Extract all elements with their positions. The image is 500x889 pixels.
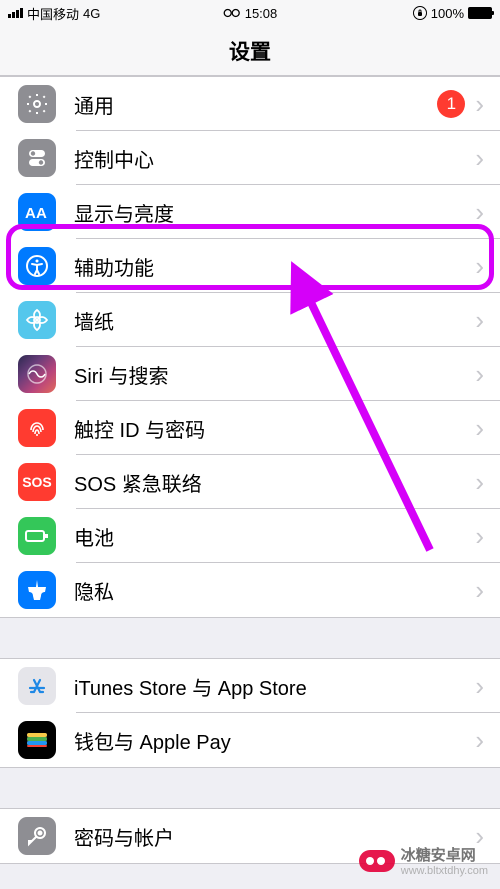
status-center: 15:08 xyxy=(223,6,278,21)
battery-icon xyxy=(18,517,56,555)
row-touchid[interactable]: 触控 ID 与密码 › xyxy=(0,401,500,455)
row-general[interactable]: 通用 1 › xyxy=(0,77,500,131)
row-privacy[interactable]: 隐私 › xyxy=(0,563,500,617)
display-icon: AA xyxy=(18,193,56,231)
status-bar: 中国移动 4G 15:08 100% xyxy=(0,0,500,26)
group-spacer xyxy=(0,768,500,808)
watermark-logo-icon xyxy=(359,850,395,872)
nav-bar: 设置 xyxy=(0,26,500,76)
chevron-right-icon: › xyxy=(475,361,484,387)
touchid-icon xyxy=(18,409,56,447)
chevron-right-icon: › xyxy=(475,199,484,225)
accessibility-icon xyxy=(18,247,56,285)
network-label: 4G xyxy=(83,6,100,21)
battery-icon xyxy=(468,7,492,19)
chevron-right-icon: › xyxy=(475,307,484,333)
signal-icon xyxy=(8,8,23,18)
control-center-icon xyxy=(18,139,56,177)
carrier-label: 中国移动 xyxy=(27,4,79,23)
row-label: 通用 xyxy=(74,90,437,119)
row-control-center[interactable]: 控制中心 › xyxy=(0,131,500,185)
chevron-right-icon: › xyxy=(475,727,484,753)
row-wallet[interactable]: 钱包与 Apple Pay › xyxy=(0,713,500,767)
row-label: 触控 ID 与密码 xyxy=(74,414,475,443)
svg-text:A: A xyxy=(25,205,36,222)
watermark: 冰糖安卓网 www.bltxtdhy.com xyxy=(359,844,488,877)
status-right: 100% xyxy=(413,6,492,21)
row-label: 墙纸 xyxy=(74,306,475,335)
rotation-lock-icon xyxy=(413,6,427,20)
siri-icon xyxy=(18,355,56,393)
chevron-right-icon: › xyxy=(475,673,484,699)
chevron-right-icon: › xyxy=(475,523,484,549)
notification-badge: 1 xyxy=(437,90,465,118)
time-label: 15:08 xyxy=(245,6,278,21)
group-spacer xyxy=(0,618,500,658)
watermark-url: www.bltxtdhy.com xyxy=(401,865,488,877)
page-title: 设置 xyxy=(229,36,271,66)
row-wallpaper[interactable]: 墙纸 › xyxy=(0,293,500,347)
row-siri[interactable]: Siri 与搜索 › xyxy=(0,347,500,401)
chevron-right-icon: › xyxy=(475,469,484,495)
row-itunes-appstore[interactable]: iTunes Store 与 App Store › xyxy=(0,659,500,713)
sos-text: SOS xyxy=(22,474,52,490)
account-icon xyxy=(18,817,56,855)
row-accessibility[interactable]: 辅助功能 › xyxy=(0,239,500,293)
chevron-right-icon: › xyxy=(475,415,484,441)
row-label: iTunes Store 与 App Store xyxy=(74,672,475,701)
svg-text:A: A xyxy=(36,205,47,222)
row-label: 钱包与 Apple Pay xyxy=(74,726,475,755)
row-label: 显示与亮度 xyxy=(74,198,475,227)
row-display-brightness[interactable]: AA 显示与亮度 › xyxy=(0,185,500,239)
chevron-right-icon: › xyxy=(475,91,484,117)
row-label: Siri 与搜索 xyxy=(74,360,475,389)
settings-group-main: 通用 1 › 控制中心 › AA 显示与亮度 › 辅助功能 › 墙纸 › xyxy=(0,76,500,618)
sos-icon: SOS xyxy=(18,463,56,501)
row-label: 电池 xyxy=(74,522,475,551)
hotspot-icon xyxy=(223,6,241,21)
row-label: 辅助功能 xyxy=(74,252,475,281)
privacy-icon xyxy=(18,571,56,609)
chevron-right-icon: › xyxy=(475,145,484,171)
row-label: 隐私 xyxy=(74,576,475,605)
row-battery[interactable]: 电池 › xyxy=(0,509,500,563)
status-left: 中国移动 4G xyxy=(8,4,100,23)
wallpaper-icon xyxy=(18,301,56,339)
row-sos[interactable]: SOS SOS 紧急联络 › xyxy=(0,455,500,509)
wallet-icon xyxy=(18,721,56,759)
chevron-right-icon: › xyxy=(475,253,484,279)
row-label: 控制中心 xyxy=(74,144,475,173)
watermark-text: 冰糖安卓网 xyxy=(401,844,488,865)
row-label: SOS 紧急联络 xyxy=(74,468,475,497)
general-icon xyxy=(18,85,56,123)
battery-pct-label: 100% xyxy=(431,6,464,21)
chevron-right-icon: › xyxy=(475,577,484,603)
settings-group-store: iTunes Store 与 App Store › 钱包与 Apple Pay… xyxy=(0,658,500,768)
itunes-icon xyxy=(18,667,56,705)
